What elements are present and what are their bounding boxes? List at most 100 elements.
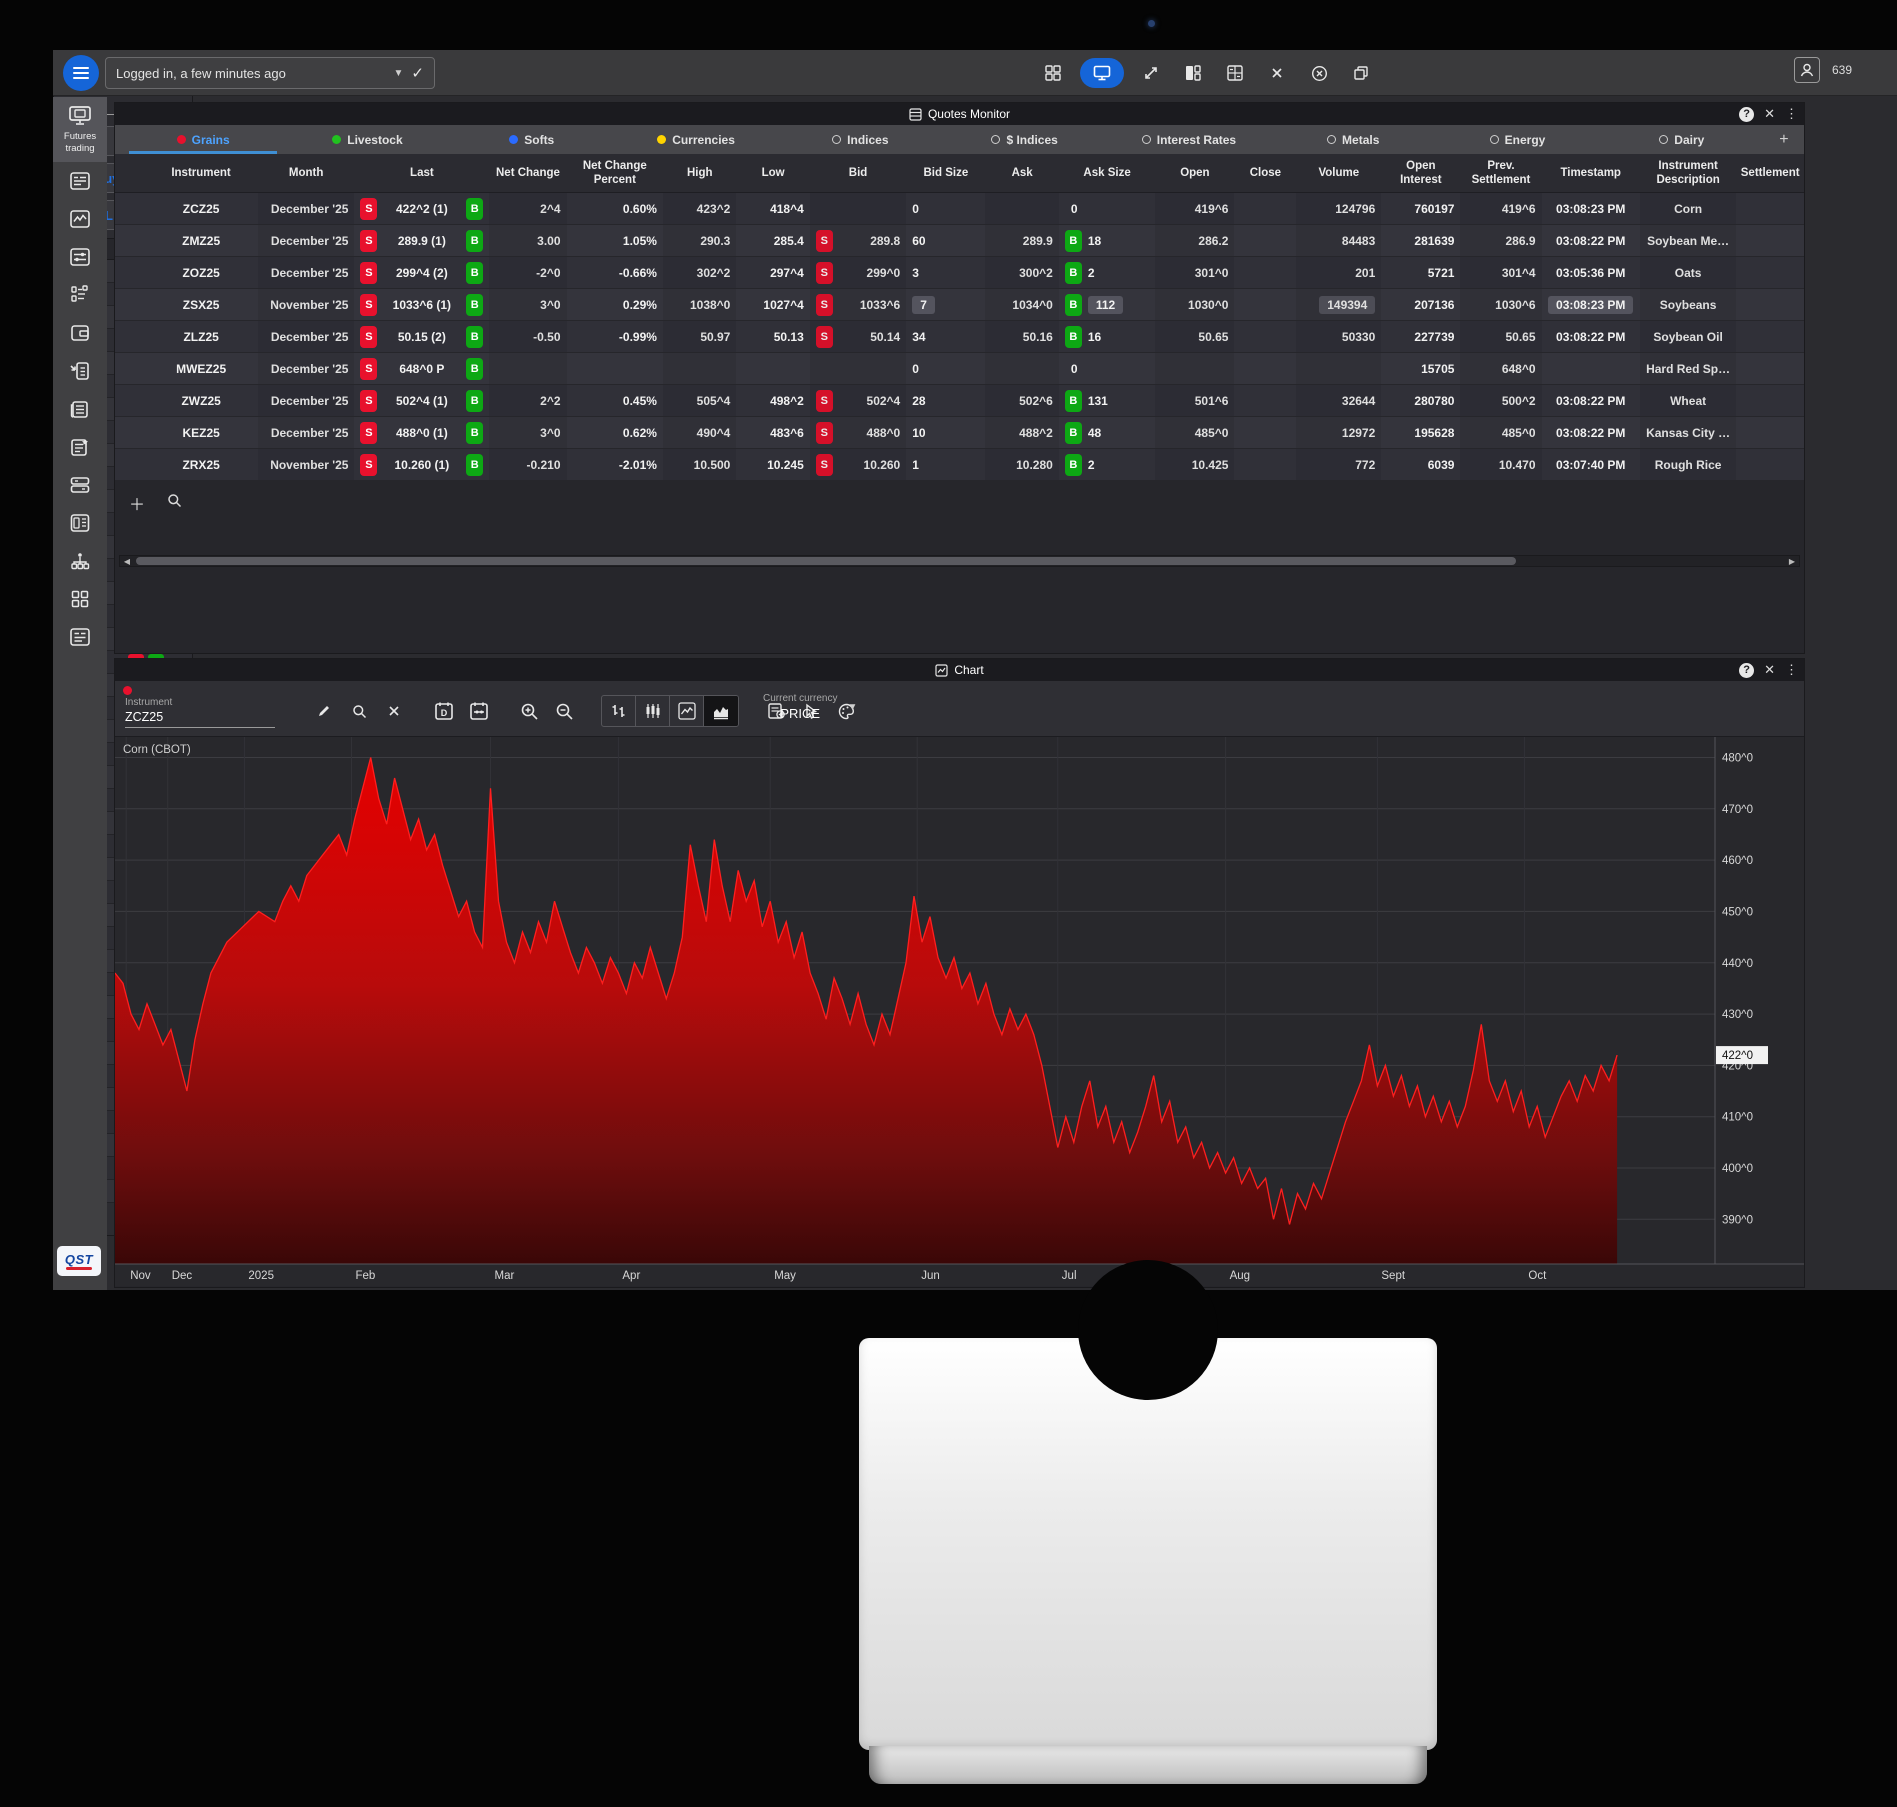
tab-currencies[interactable]: Currencies <box>614 125 778 154</box>
column-header-ask[interactable]: Ask <box>985 154 1058 192</box>
column-header-open[interactable]: Open <box>1155 154 1234 192</box>
kebab-menu-icon[interactable]: ⋮ <box>1785 662 1798 678</box>
buy-button[interactable]: B <box>466 262 483 284</box>
sell-button[interactable]: S <box>816 262 833 284</box>
table-grid-icon[interactable] <box>1220 58 1250 88</box>
sell-button[interactable]: S <box>816 294 833 316</box>
sidebar-item-orders-table[interactable] <box>53 618 107 656</box>
column-header-prev_settlement[interactable]: Prev. Settlement <box>1460 154 1541 192</box>
table-row-ZMZ25[interactable]: ZMZ25December '25S289.9 (1)B3.001.05%290… <box>115 225 1804 257</box>
add-row-icon[interactable]: ＋ <box>129 491 145 515</box>
close-icon[interactable]: ✕ <box>1764 662 1775 678</box>
scroll-right-arrow[interactable]: ▶ <box>1785 555 1799 567</box>
price-chart[interactable]: 390^0400^0410^0420^0430^0440^0450^0460^0… <box>115 737 1804 1286</box>
column-header-month[interactable]: Month <box>258 154 354 192</box>
buy-button[interactable]: B <box>1065 230 1082 252</box>
column-header-bid_size[interactable]: Bid Size <box>906 154 985 192</box>
kebab-menu-icon[interactable]: ⋮ <box>1785 106 1798 122</box>
sidebar-item-apps-grid[interactable] <box>53 580 107 618</box>
buy-button[interactable]: B <box>466 198 483 220</box>
buy-button[interactable]: B <box>1065 262 1082 284</box>
chart-instrument-field[interactable]: Instrument ZCZ25 <box>125 697 275 728</box>
column-header-volume[interactable]: Volume <box>1296 154 1381 192</box>
sidebar-item-chart-window[interactable] <box>53 200 107 238</box>
column-header-last[interactable]: Last <box>354 154 489 192</box>
chart-titlebar[interactable]: Chart ? ✕ ⋮ <box>115 659 1804 681</box>
row-handle[interactable] <box>115 385 144 416</box>
row-handle[interactable] <box>115 417 144 448</box>
expand-icon[interactable] <box>1136 58 1166 88</box>
sell-button[interactable]: S <box>360 422 377 444</box>
scrollbar-thumb[interactable] <box>136 557 1516 565</box>
instrument-value[interactable]: ZCZ25 <box>125 708 275 728</box>
tab-indices[interactable]: Indices <box>778 125 942 154</box>
chart-candles-icon[interactable] <box>636 696 670 726</box>
buy-button[interactable]: B <box>466 294 483 316</box>
row-handle[interactable] <box>115 225 144 256</box>
column-header-high[interactable]: High <box>663 154 736 192</box>
table-row-ZWZ25[interactable]: ZWZ25December '25S502^4 (1)B2^20.45%505^… <box>115 385 1804 417</box>
currency-selector[interactable]: Current currency PRICE ▼ <box>763 693 857 721</box>
table-row-ZCZ25[interactable]: ZCZ25December '25S422^2 (1)B2^40.60%423^… <box>115 193 1804 225</box>
row-handle[interactable] <box>115 353 144 384</box>
tab--indices[interactable]: $ Indices <box>942 125 1106 154</box>
sell-button[interactable]: S <box>816 454 833 476</box>
monitor-icon[interactable] <box>1080 58 1124 88</box>
column-header-timestamp[interactable]: Timestamp <box>1542 154 1640 192</box>
chart-line-icon[interactable] <box>670 696 704 726</box>
sidebar-item-hierarchy-tree[interactable] <box>53 542 107 580</box>
table-row-MWEZ25[interactable]: MWEZ25December '25S648^0 PB0015705648^0H… <box>115 353 1804 385</box>
buy-button[interactable]: B <box>1065 294 1082 316</box>
table-row-KEZ25[interactable]: KEZ25December '25S488^0 (1)B3^00.62%490^… <box>115 417 1804 449</box>
buy-button[interactable]: B <box>466 422 483 444</box>
user-account-button[interactable] <box>1794 57 1820 83</box>
row-handle[interactable] <box>115 321 144 352</box>
column-header-net_change_pct[interactable]: Net Change Percent <box>567 154 663 192</box>
buy-button[interactable]: B <box>1065 454 1082 476</box>
chart-bars-icon[interactable] <box>602 696 636 726</box>
help-icon[interactable]: ? <box>1739 107 1754 122</box>
column-header-low[interactable]: Low <box>736 154 809 192</box>
sell-button[interactable]: S <box>360 390 377 412</box>
column-header-bid[interactable]: Bid <box>810 154 906 192</box>
zoom-in-icon[interactable] <box>516 698 542 724</box>
sidebar-item-quotes-board[interactable] <box>53 162 107 200</box>
close-circle-icon[interactable] <box>1304 58 1334 88</box>
table-row-ZOZ25[interactable]: ZOZ25December '25S299^4 (2)B-2^0-0.66%30… <box>115 257 1804 289</box>
buy-button[interactable]: B <box>1065 422 1082 444</box>
sidebar-item-watchlist-edit[interactable] <box>53 428 107 466</box>
sell-button[interactable]: S <box>360 230 377 252</box>
sidebar-item-wallet[interactable] <box>53 314 107 352</box>
main-menu-button[interactable] <box>63 55 99 91</box>
row-handle[interactable] <box>115 289 144 320</box>
buy-button[interactable]: B <box>466 358 483 380</box>
sell-button[interactable]: S <box>816 326 833 348</box>
buy-button[interactable]: B <box>1065 326 1082 348</box>
column-header-description[interactable]: Instrument Description <box>1640 154 1736 192</box>
sell-button[interactable]: S <box>360 294 377 316</box>
column-header-close[interactable]: Close <box>1234 154 1296 192</box>
table-row-ZRX25[interactable]: ZRX25November '25S10.260 (1)B-0.210-2.01… <box>115 449 1804 481</box>
sell-button[interactable]: S <box>360 326 377 348</box>
tab-interest-rates[interactable]: Interest Rates <box>1107 125 1271 154</box>
buy-button[interactable]: B <box>466 326 483 348</box>
sidebar-item-futures-trading[interactable]: Futurestrading <box>53 97 107 162</box>
sidebar-item-sliders[interactable] <box>53 238 107 276</box>
sell-button[interactable]: S <box>360 262 377 284</box>
tab-softs[interactable]: Softs <box>450 125 614 154</box>
quotes-monitor-titlebar[interactable]: Quotes Monitor ? ✕ ⋮ <box>115 103 1804 125</box>
search-icon[interactable] <box>346 698 372 724</box>
column-header-settlement[interactable]: Settlement <box>1736 154 1804 192</box>
sidebar-item-instrument-list[interactable] <box>53 276 107 314</box>
duplicate-icon[interactable] <box>1346 58 1376 88</box>
row-handle[interactable] <box>115 193 144 224</box>
split-view-icon[interactable] <box>1178 58 1208 88</box>
help-icon[interactable]: ? <box>1739 663 1754 678</box>
panel-grid-icon[interactable] <box>1038 58 1068 88</box>
column-header-net_change[interactable]: Net Change <box>489 154 566 192</box>
chart-area-icon[interactable] <box>704 696 738 726</box>
column-header-ask_size[interactable]: Ask Size <box>1059 154 1155 192</box>
sidebar-item-news[interactable] <box>53 390 107 428</box>
row-handle[interactable] <box>115 257 144 288</box>
buy-button[interactable]: B <box>466 390 483 412</box>
